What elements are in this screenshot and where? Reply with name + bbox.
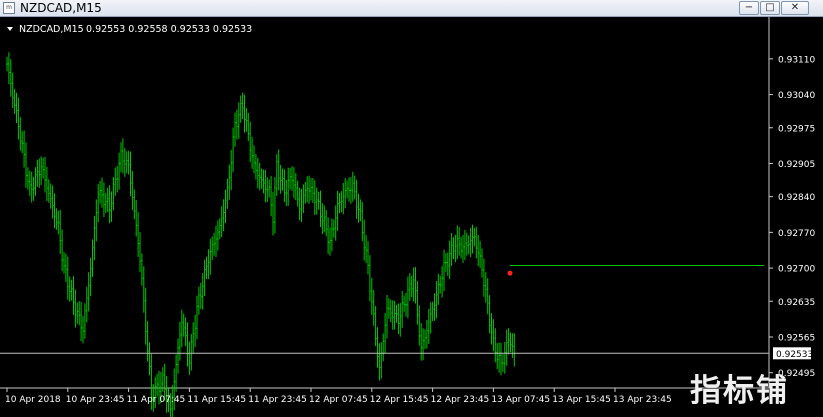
time-tick-label: 12 Apr 07:45 — [309, 395, 368, 405]
chart-background — [0, 17, 823, 417]
watermark-text: 指标铺 — [690, 373, 789, 409]
terminal-window: m NZDCAD,M15 − □ ✕ 0.93110 0.93040 0.92975… — [0, 0, 823, 417]
chart-window-icon: m — [3, 2, 15, 14]
time-tick-label: 10 Apr 23:45 — [66, 395, 125, 405]
price-tick-label: 0.92975 — [778, 124, 815, 134]
chart-symbol-label: NZDCAD,M15 — [19, 24, 84, 35]
window-title: NZDCAD,M15 — [20, 1, 102, 15]
time-tick-label: 11 Apr 07:45 — [127, 395, 186, 405]
time-tick-label: 13 Apr 07:45 — [491, 395, 550, 405]
time-tick-label: 12 Apr 15:45 — [370, 395, 429, 405]
price-tick-label: 0.92635 — [778, 298, 815, 308]
price-tick-label: 0.92565 — [778, 333, 815, 343]
minimize-icon: − — [744, 2, 754, 13]
time-tick-label: 13 Apr 15:45 — [552, 395, 611, 405]
maximize-button[interactable]: □ — [760, 1, 780, 15]
time-tick-label: 11 Apr 23:45 — [248, 395, 307, 405]
price-tick-label: 0.92905 — [778, 160, 815, 170]
time-tick-label: 11 Apr 15:45 — [187, 395, 246, 405]
close-button[interactable]: ✕ — [781, 1, 809, 15]
price-tick-label: 0.93040 — [778, 91, 815, 101]
title-bar[interactable]: m NZDCAD,M15 − □ ✕ — [0, 0, 823, 17]
price-tick-label: 0.92770 — [778, 229, 815, 239]
price-tick-label: 0.93110 — [778, 55, 815, 65]
signal-marker — [507, 270, 513, 276]
maximize-icon: □ — [765, 2, 775, 13]
price-tick-label: 0.92840 — [778, 193, 815, 203]
time-tick-label: 13 Apr 23:45 — [613, 395, 672, 405]
time-tick-label: 10 Apr 2018 — [5, 395, 61, 405]
price-chart[interactable]: 0.93110 0.93040 0.92975 0.92905 0.92840 0.927… — [0, 17, 823, 417]
price-tick-label: 0.92700 — [778, 265, 815, 275]
chart-quote-values: 0.92553 0.92558 0.92533 0.92533 — [86, 24, 252, 35]
time-tick-label: 12 Apr 23:45 — [431, 395, 490, 405]
last-price-label: 0.92533 — [776, 350, 813, 360]
close-icon: ✕ — [790, 2, 800, 13]
last-price-box: 0.92533 — [773, 347, 813, 360]
minimize-button[interactable]: − — [739, 1, 759, 15]
